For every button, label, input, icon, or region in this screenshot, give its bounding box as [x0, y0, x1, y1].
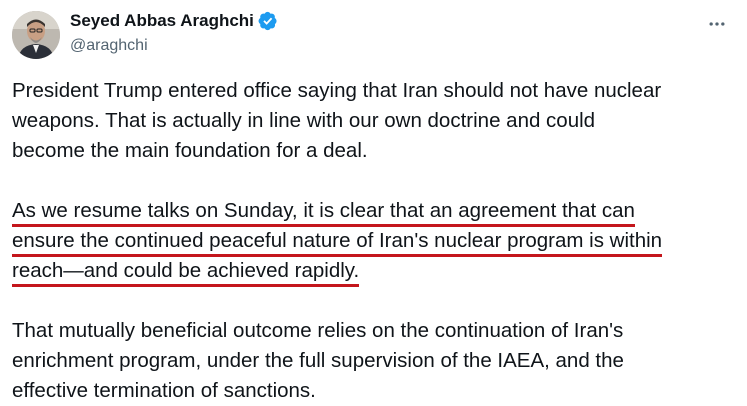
text-line: effective termination of sanctions. [12, 379, 316, 402]
tweet-card: Seyed Abbas Araghchi @araghchi President… [0, 0, 747, 404]
tweet-text: President Trump entered office saying th… [12, 76, 737, 406]
text-line: weapons. That is actually in line with o… [12, 109, 596, 132]
highlighted-line: ensure the continued peaceful nature of … [12, 226, 737, 257]
text-line: That mutually beneficial outcome relies … [12, 319, 624, 342]
avatar[interactable] [12, 11, 60, 59]
highlighted-line: As we resume talks on Sunday, it is clea… [12, 196, 737, 227]
paragraph-1: President Trump entered office saying th… [12, 76, 737, 166]
verified-badge-icon [258, 11, 278, 31]
display-name[interactable]: Seyed Abbas Araghchi [70, 10, 254, 32]
underlined-text: ensure the continued peaceful nature of … [12, 229, 663, 257]
more-options-button[interactable] [705, 12, 729, 36]
paragraph-3: That mutually beneficial outcome relies … [12, 316, 737, 406]
author-names: Seyed Abbas Araghchi @araghchi [70, 10, 278, 56]
text-line: enrichment program, under the full super… [12, 349, 624, 372]
underlined-text: reach—and could be achieved rapidly. [12, 259, 360, 287]
more-horizontal-icon [709, 22, 725, 26]
author-handle[interactable]: @araghchi [70, 36, 278, 56]
paragraph-2-highlighted: As we resume talks on Sunday, it is clea… [12, 196, 737, 287]
text-line: become the main foundation for a deal. [12, 139, 368, 162]
display-name-row: Seyed Abbas Araghchi [70, 10, 278, 32]
underlined-text: As we resume talks on Sunday, it is clea… [12, 199, 635, 227]
tweet-header: Seyed Abbas Araghchi @araghchi [12, 10, 735, 62]
text-line: President Trump entered office saying th… [12, 79, 662, 102]
highlighted-line: reach—and could be achieved rapidly. [12, 256, 737, 287]
